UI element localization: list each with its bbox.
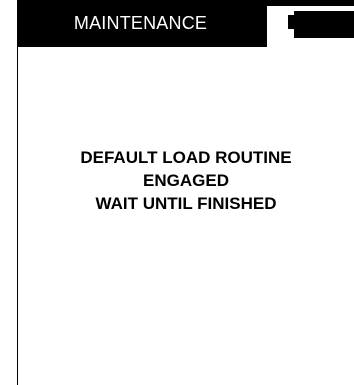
header-bar: MAINTENANCE bbox=[17, 0, 354, 47]
status-message-line-1: DEFAULT LOAD ROUTINE bbox=[80, 148, 292, 167]
page-title: MAINTENANCE bbox=[73, 13, 208, 33]
left-border-line bbox=[17, 47, 18, 385]
status-message-line-2: ENGAGED bbox=[143, 171, 229, 190]
header-indicator-block bbox=[294, 11, 354, 38]
status-message-line-3: WAIT UNTIL FINISHED bbox=[95, 194, 277, 213]
maintenance-screen: MAINTENANCE DEFAULT LOAD ROUTINE ENGAGED… bbox=[0, 0, 354, 385]
status-message: DEFAULT LOAD ROUTINE ENGAGED WAIT UNTIL … bbox=[18, 146, 354, 215]
